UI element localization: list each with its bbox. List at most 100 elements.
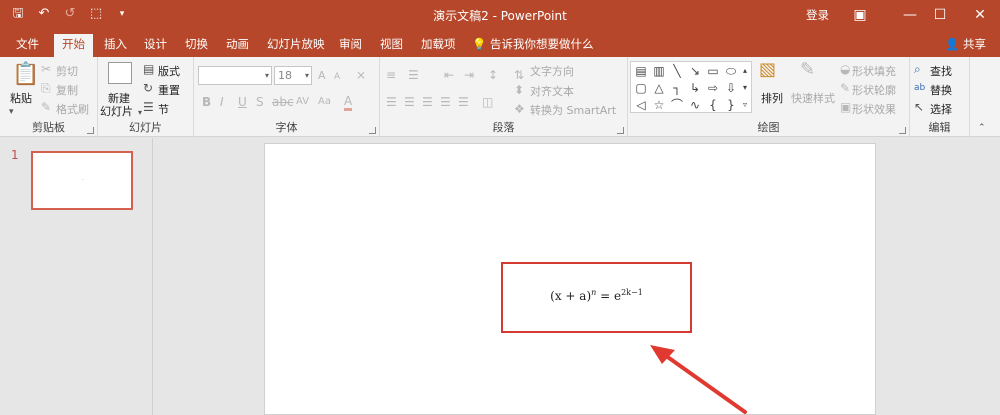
find-button[interactable]: 查找 <box>930 63 952 79</box>
reset-button[interactable]: 重置 <box>158 82 180 98</box>
find-icon[interactable]: ⌕ <box>914 62 921 76</box>
arrow-line-shape-icon[interactable]: ↘ <box>687 63 703 79</box>
oval-shape-icon[interactable]: ⬭ <box>723 63 739 79</box>
font-launcher-icon[interactable] <box>369 127 376 134</box>
elbow-connector-shape-icon[interactable]: ┐ <box>669 80 685 96</box>
drawing-launcher-icon[interactable] <box>899 127 906 134</box>
clear-format-icon[interactable]: ⨯ <box>356 68 366 82</box>
down-arrow-shape-icon[interactable]: ⇩ <box>723 80 739 96</box>
paste-button[interactable]: 粘贴 <box>10 90 32 106</box>
close-icon[interactable]: ✕ <box>960 2 1000 28</box>
shape-fill-button[interactable]: 形状填充 <box>852 63 896 79</box>
slide-thumbnail-pane[interactable]: 1 ─ <box>0 138 153 415</box>
increase-indent-icon[interactable]: ⇥ <box>464 68 474 82</box>
font-color-button[interactable]: A <box>344 94 353 111</box>
select-icon[interactable]: ↖ <box>914 100 924 114</box>
font-name-combo[interactable]: ▾ <box>198 66 272 85</box>
slide-canvas[interactable]: (x + a)n = e2k−1 <box>264 143 876 415</box>
distribute-icon[interactable]: ☰ <box>458 95 469 109</box>
select-button[interactable]: 选择 <box>930 101 952 117</box>
text-shadow-button[interactable]: S <box>256 95 264 109</box>
tab-transitions[interactable]: 切换 <box>177 34 216 57</box>
strikethrough-icon[interactable]: abc <box>272 95 294 109</box>
grow-font-icon[interactable]: A <box>318 69 326 83</box>
textbox-shape-icon[interactable]: ▤ <box>633 63 649 79</box>
left-brace-shape-icon[interactable]: { <box>705 97 721 113</box>
shape-effects-icon[interactable]: ▣ <box>840 100 851 114</box>
replace-button[interactable]: 替换 <box>930 82 952 98</box>
shape-outline-icon[interactable]: ✎ <box>840 81 850 95</box>
callout-shape-icon[interactable]: ◁ <box>633 97 649 113</box>
freeform-shape-icon[interactable]: ∿ <box>687 97 703 113</box>
tab-file[interactable]: 文件 <box>8 34 47 57</box>
text-direction-icon[interactable]: ⇅ <box>514 68 524 82</box>
shape-outline-button[interactable]: 形状轮廓 <box>852 82 896 98</box>
maximize-icon[interactable]: ☐ <box>920 2 960 28</box>
tab-insert[interactable]: 插入 <box>96 34 135 57</box>
gallery-scroll-down-icon[interactable]: ▾ <box>739 80 751 96</box>
shape-fill-icon[interactable]: ◒ <box>840 62 850 76</box>
shapes-gallery[interactable]: ▤ ▥ ╲ ↘ ▭ ⬭ ▢ △ ┐ ↳ ⇨ ⇩ ◁ ☆ ⌒ ∿ { } ▴ ▾ … <box>630 61 752 113</box>
tab-design[interactable]: 设计 <box>136 34 175 57</box>
rounded-rect-shape-icon[interactable]: ▢ <box>633 80 649 96</box>
justify-icon[interactable]: ☰ <box>440 95 451 109</box>
reset-icon[interactable]: ↻ <box>143 81 153 95</box>
tab-home[interactable]: 开始 <box>54 34 93 57</box>
collapse-ribbon-icon[interactable]: ⌃ <box>978 121 986 135</box>
paragraph-launcher-icon[interactable] <box>617 127 624 134</box>
change-case-button[interactable]: Aa <box>318 95 331 109</box>
columns-icon[interactable]: ◫ <box>482 95 493 109</box>
star-shape-icon[interactable]: ☆ <box>651 97 667 113</box>
shape-effects-button[interactable]: 形状效果 <box>852 101 896 117</box>
gallery-more-icon[interactable]: ▿ <box>739 97 751 113</box>
decrease-indent-icon[interactable]: ⇤ <box>444 68 454 82</box>
text-direction-button[interactable]: 文字方向 <box>530 63 574 79</box>
quick-styles-button[interactable]: 快速样式 <box>791 90 835 106</box>
line-spacing-icon[interactable]: ↕ <box>488 68 498 82</box>
curve-shape-icon[interactable]: ⌒ <box>669 97 685 113</box>
section-icon[interactable]: ☰ <box>143 100 154 114</box>
underline-button[interactable]: U <box>238 95 247 109</box>
smartart-button[interactable]: 转换为 SmartArt <box>530 102 616 118</box>
align-text-button[interactable]: 对齐文本 <box>530 83 574 99</box>
smartart-icon[interactable]: ❖ <box>514 102 525 116</box>
layout-icon[interactable]: ▤ <box>143 62 154 76</box>
align-left-icon[interactable]: ☰ <box>386 95 397 109</box>
align-text-icon[interactable]: ⬍ <box>514 83 524 97</box>
new-slide-icon[interactable] <box>108 62 132 84</box>
rectangle-shape-icon[interactable]: ▭ <box>705 63 721 79</box>
clipboard-launcher-icon[interactable] <box>87 127 94 134</box>
align-center-icon[interactable]: ☰ <box>404 95 415 109</box>
italic-button[interactable]: I <box>220 95 224 109</box>
gallery-scroll-up-icon[interactable]: ▴ <box>739 63 751 79</box>
ribbon-display-options-icon[interactable]: ▣ <box>840 2 880 28</box>
share-button[interactable]: 👤 共享 <box>945 34 986 57</box>
layout-button[interactable]: 版式 <box>158 63 180 79</box>
bullets-icon[interactable]: ≡ <box>386 68 396 82</box>
font-size-combo[interactable]: 18 ▾ <box>274 66 312 85</box>
tell-me-search[interactable]: 💡 告诉我你想要做什么 <box>472 34 593 57</box>
char-spacing-button[interactable]: AV <box>296 95 309 109</box>
numbering-icon[interactable]: ☰ <box>408 68 419 82</box>
bold-button[interactable]: B <box>202 95 211 109</box>
equation[interactable]: (x + a)n = e2k−1 <box>503 288 690 303</box>
tab-slideshow[interactable]: 幻灯片放映 <box>259 34 333 57</box>
elbow-arrow-shape-icon[interactable]: ↳ <box>687 80 703 96</box>
shrink-font-icon[interactable]: A <box>334 70 340 84</box>
quick-styles-icon[interactable]: ✎ <box>800 61 815 79</box>
formula-textbox[interactable]: (x + a)n = e2k−1 <box>501 262 692 333</box>
right-brace-shape-icon[interactable]: } <box>723 97 739 113</box>
new-slide-button-line2[interactable]: 幻灯片 <box>100 103 133 119</box>
tab-view[interactable]: 视图 <box>372 34 411 57</box>
triangle-shape-icon[interactable]: △ <box>651 80 667 96</box>
replace-icon[interactable]: ab <box>914 81 925 95</box>
section-button[interactable]: 节 <box>158 101 169 117</box>
arrange-button[interactable]: 排列 <box>761 90 783 106</box>
tab-animations[interactable]: 动画 <box>218 34 257 57</box>
align-right-icon[interactable]: ☰ <box>422 95 433 109</box>
login-link[interactable]: 登录 <box>806 7 829 23</box>
line-shape-icon[interactable]: ╲ <box>669 63 685 79</box>
paste-dropdown-icon[interactable]: ▾ <box>9 105 14 119</box>
tab-review[interactable]: 审阅 <box>331 34 370 57</box>
vertical-textbox-shape-icon[interactable]: ▥ <box>651 63 667 79</box>
